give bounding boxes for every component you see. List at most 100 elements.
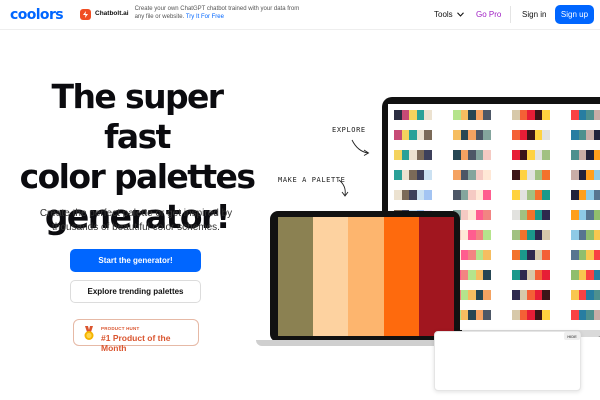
palette-card — [453, 130, 491, 140]
palette-card — [394, 190, 432, 200]
palette-color — [416, 110, 425, 120]
sign-up-button[interactable]: Sign up — [555, 5, 594, 24]
palette-card — [571, 290, 600, 300]
palette-color — [475, 250, 484, 260]
coolors-logo[interactable]: coolors — [10, 7, 64, 23]
product-hunt-badge[interactable]: PRODUCT HUNT #1 Product of the Month — [73, 319, 199, 353]
palette-color — [571, 130, 579, 140]
palette-color — [424, 130, 432, 140]
palette-swatch-4 — [383, 217, 419, 336]
ad-placeholder[interactable] — [434, 331, 581, 391]
palette-color — [519, 130, 528, 140]
ad-text: Create your own ChatGPT chatbot trained … — [135, 5, 305, 21]
palette-color — [542, 150, 550, 160]
top-navbar: coolors Chatbolt.ai Create your own Chat… — [0, 0, 600, 30]
palette-color — [571, 270, 579, 280]
palette-color — [394, 190, 402, 200]
palette-color — [586, 130, 594, 140]
palette-color — [475, 150, 484, 160]
palette-color — [578, 290, 587, 300]
palette-color — [542, 190, 550, 200]
palette-card — [394, 110, 432, 120]
palette-color — [578, 150, 587, 160]
palette-color — [460, 190, 469, 200]
explore-trending-button[interactable]: Explore trending palettes — [70, 280, 201, 303]
palette-color — [483, 110, 491, 120]
palette-color — [460, 290, 469, 300]
palette-card — [571, 110, 600, 120]
palette-color — [483, 310, 491, 320]
palette-color — [578, 250, 587, 260]
start-generator-button[interactable]: Start the generator! — [70, 249, 201, 272]
palette-color — [416, 130, 425, 140]
palette-color — [593, 110, 600, 120]
palette-color — [483, 270, 491, 280]
palette-card — [394, 150, 432, 160]
palette-color — [475, 310, 484, 320]
palette-color — [586, 310, 594, 320]
palette-color — [542, 210, 550, 220]
ad-cta-link[interactable]: Try It For Free — [186, 14, 224, 20]
palette-swatch-2 — [313, 217, 349, 336]
palette-color — [475, 270, 484, 280]
explore-label: EXPLORE — [332, 126, 366, 134]
palette-color — [586, 250, 594, 260]
palette-color — [424, 170, 432, 180]
palette-color — [475, 170, 484, 180]
palette-color — [527, 250, 535, 260]
palette-color — [519, 290, 528, 300]
palette-card — [571, 130, 600, 140]
hide-ad-button[interactable]: HIDE — [564, 332, 580, 340]
palette-card — [571, 150, 600, 160]
palette-color — [453, 130, 461, 140]
palette-color — [468, 170, 476, 180]
palette-card — [571, 270, 600, 280]
palette-color — [394, 170, 402, 180]
palette-color — [593, 310, 600, 320]
hero-title-line-2: color palettes — [19, 157, 256, 196]
palette-color — [571, 290, 579, 300]
palette-color — [453, 170, 461, 180]
palette-color — [512, 230, 520, 240]
palette-card — [571, 310, 600, 320]
palette-color — [519, 230, 528, 240]
palette-color — [542, 290, 550, 300]
palette-card — [571, 210, 600, 220]
palette-color — [483, 250, 491, 260]
palette-color — [571, 150, 579, 160]
palette-color — [512, 190, 520, 200]
palette-card — [453, 170, 491, 180]
palette-color — [460, 210, 469, 220]
palette-color — [586, 190, 594, 200]
palette-color — [468, 110, 476, 120]
palette-color — [542, 230, 550, 240]
palette-color — [593, 290, 600, 300]
palette-color — [475, 110, 484, 120]
go-pro-link[interactable]: Go Pro — [476, 10, 501, 19]
palette-color — [571, 230, 579, 240]
palette-color — [542, 110, 550, 120]
palette-color — [453, 150, 461, 160]
palette-color — [534, 130, 543, 140]
palette-color — [475, 290, 484, 300]
palette-color — [586, 230, 594, 240]
sponsor-ad[interactable]: Chatbolt.ai Create your own ChatGPT chat… — [80, 5, 305, 25]
palette-color — [593, 210, 600, 220]
tools-label: Tools — [434, 10, 453, 19]
palette-color — [534, 250, 543, 260]
palette-color — [401, 150, 410, 160]
palette-color — [593, 170, 600, 180]
palette-color — [578, 190, 587, 200]
palette-color — [453, 190, 461, 200]
palette-card — [571, 190, 600, 200]
palette-color — [460, 250, 469, 260]
palette-card — [453, 150, 491, 160]
tools-menu[interactable]: Tools — [434, 10, 464, 19]
palette-color — [578, 130, 587, 140]
palette-color — [593, 230, 600, 240]
palette-color — [527, 290, 535, 300]
palette-color — [483, 170, 491, 180]
palette-card — [571, 250, 600, 260]
sign-in-link[interactable]: Sign in — [522, 10, 546, 19]
palette-color — [460, 230, 469, 240]
